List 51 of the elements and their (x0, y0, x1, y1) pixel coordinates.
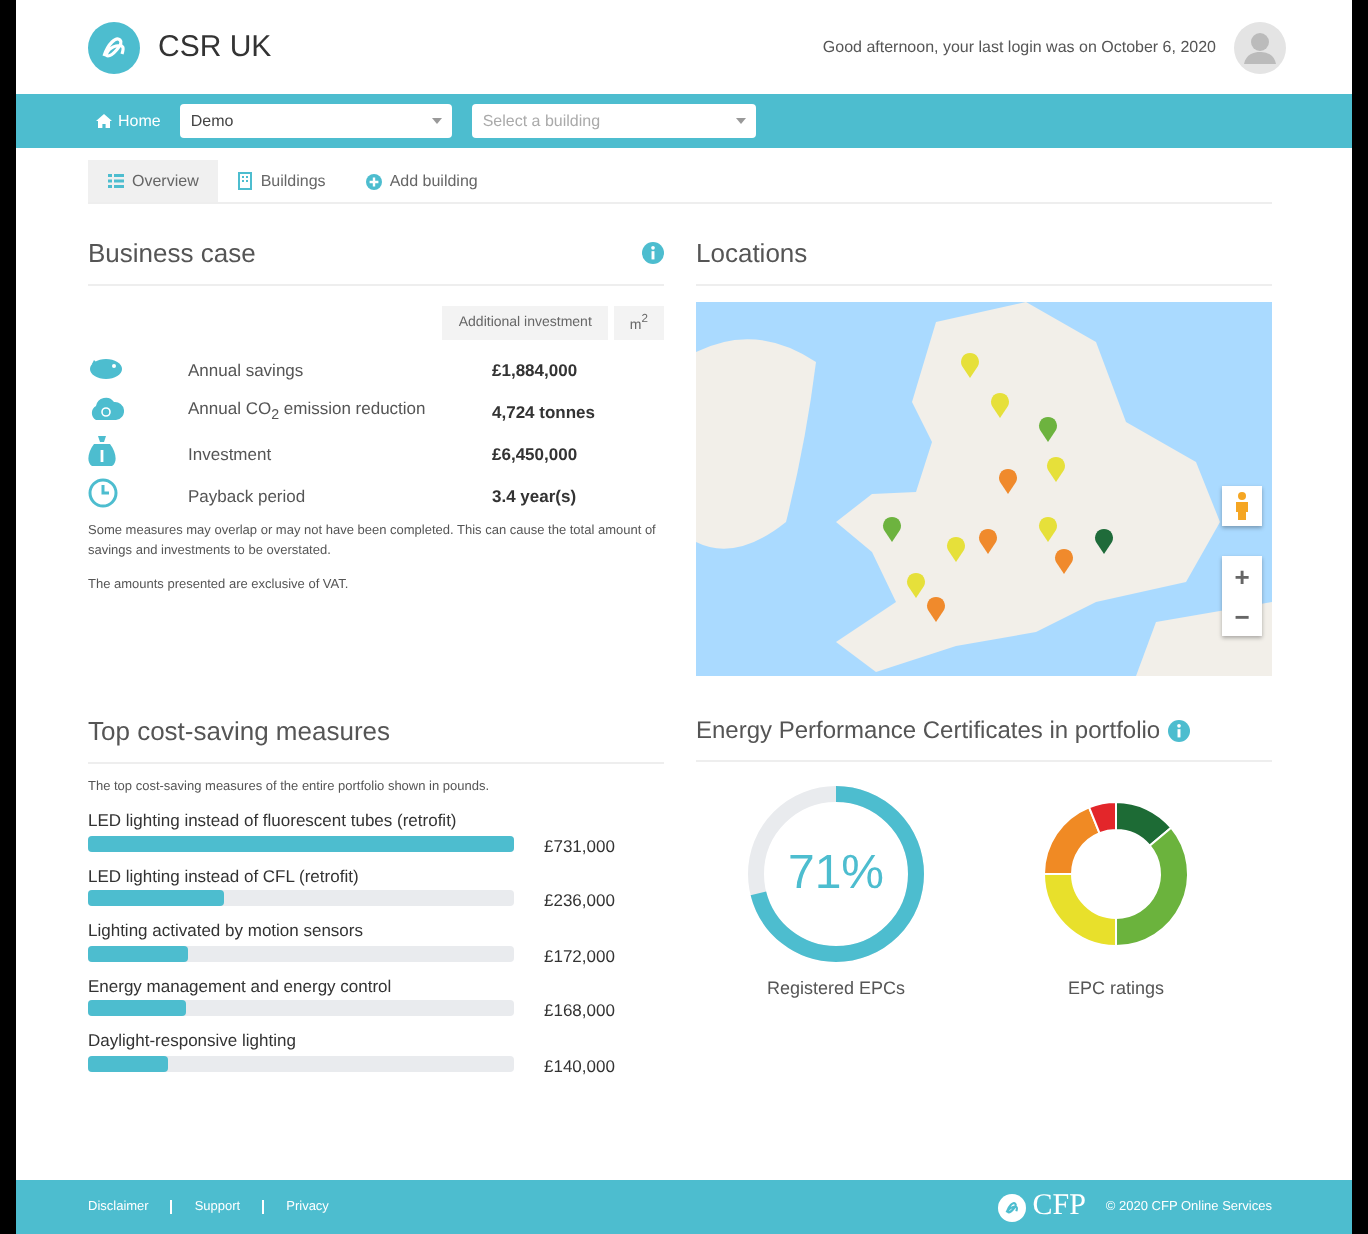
zoom-in-button[interactable]: + (1222, 556, 1262, 596)
street-view-button[interactable] (1222, 486, 1262, 526)
avatar-icon[interactable] (1234, 21, 1286, 73)
info-icon[interactable] (1168, 719, 1191, 741)
measure-value: £236,000 (544, 890, 617, 911)
building-icon (238, 172, 253, 190)
metric-value: £1,884,000 (492, 359, 580, 380)
list-icon (108, 174, 124, 188)
logo-icon (998, 1193, 1027, 1221)
person-icon (1234, 492, 1250, 520)
metric-value: 4,724 tonnes (492, 401, 597, 422)
measure-label: LED lighting instead of fluorescent tubes (retrofit) (88, 808, 458, 834)
metric-label: Annual savings (188, 359, 306, 380)
portfolio-select[interactable]: Demo (180, 104, 453, 138)
metric-label: Annual CO$_{2}$ emission reduction (188, 398, 428, 425)
moneybag-icon (88, 436, 116, 467)
section-title: Locations (696, 238, 1272, 286)
caret-icon (432, 118, 443, 124)
percentage-value: 71% (787, 846, 885, 902)
measure-label: Lighting activated by motion sensors (88, 918, 365, 945)
tab[interactable]: Buildings (218, 160, 346, 202)
zoom-out-button[interactable]: − (1222, 596, 1262, 636)
home-icon (96, 114, 112, 128)
metric-label: Payback period (188, 485, 308, 506)
logo-icon (88, 21, 140, 73)
section-title: Top cost-saving measures (88, 716, 664, 764)
greeting-text: Good afternoon, your last login was on October 6, 2020 (822, 38, 1216, 56)
cloud-icon (88, 396, 124, 423)
clock-icon (88, 478, 118, 509)
chart-caption: EPC ratings (1067, 978, 1165, 998)
measure-label: LED lighting instead of CFL (retrofit) (88, 863, 361, 890)
tab[interactable]: Overview (88, 160, 219, 202)
chart-caption: Registered EPCs (766, 978, 906, 998)
measure-value: £731,000 (544, 835, 617, 856)
measure-value: £172,000 (544, 945, 617, 966)
measure-value: £140,000 (544, 1055, 617, 1076)
section-title: Business case (88, 238, 256, 268)
footer-brand: CFP (1032, 1190, 1086, 1224)
metric-label: Investment (188, 443, 274, 464)
section-title: Energy Performance Certificates in portfolio (696, 716, 1161, 744)
plus-icon (365, 173, 382, 189)
measure-label: Energy management and energy control (88, 973, 394, 1000)
brand-name: CSR UK (158, 30, 272, 64)
map-drawing[interactable] (696, 302, 1272, 676)
metric-value: 3.4 year(s) (492, 485, 579, 506)
measure-label: Daylight-responsive lighting (88, 1028, 298, 1055)
caret-icon (736, 118, 747, 124)
tab[interactable]: Add building (345, 160, 498, 202)
info-icon[interactable] (642, 242, 664, 264)
metric-value: £6,450,000 (492, 443, 580, 464)
measure-value: £168,000 (544, 1000, 617, 1021)
